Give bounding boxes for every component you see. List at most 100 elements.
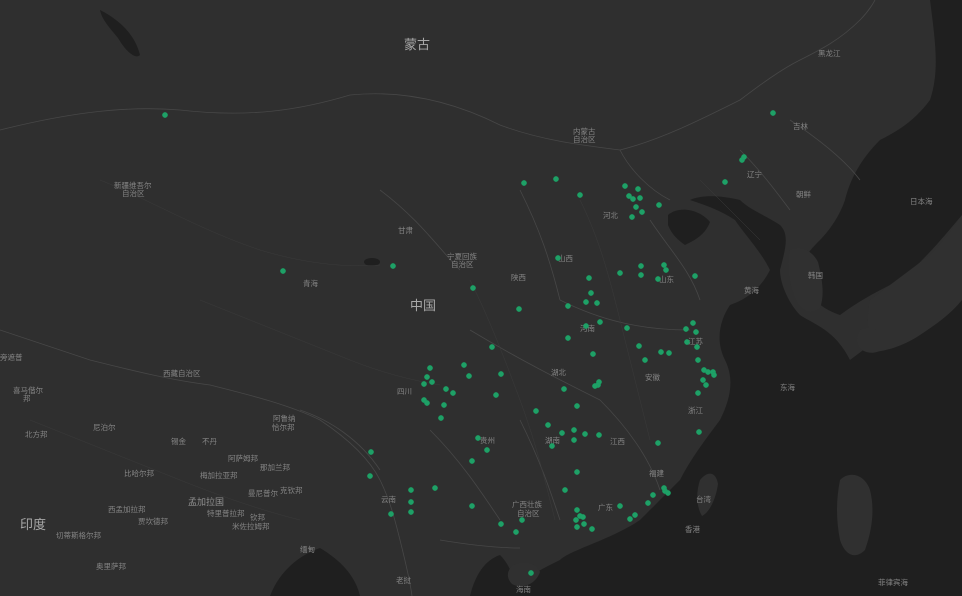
map-point-4[interactable] [553,176,559,182]
map-point-9[interactable] [630,196,636,202]
map-point-22[interactable] [638,263,644,269]
map-point-100[interactable] [498,521,504,527]
map-point-113[interactable] [650,492,656,498]
map-point-29[interactable] [516,306,522,312]
map-point-52[interactable] [427,365,433,371]
map-point-56[interactable] [443,386,449,392]
map-point-14[interactable] [656,202,662,208]
map-point-15[interactable] [722,179,728,185]
map-point-35[interactable] [583,323,589,329]
map-point-48[interactable] [489,344,495,350]
map-point-110[interactable] [627,516,633,522]
map-point-53[interactable] [424,374,430,380]
map-point-31[interactable] [583,299,589,305]
map-point-61[interactable] [438,415,444,421]
map-point-32[interactable] [588,290,594,296]
map-point-6[interactable] [622,183,628,189]
map-point-49[interactable] [461,362,467,368]
map-point-50[interactable] [498,371,504,377]
map-point-18[interactable] [770,110,776,116]
map-point-13[interactable] [629,214,635,220]
map-point-95[interactable] [408,509,414,515]
map-point-94[interactable] [388,511,394,517]
map-point-72[interactable] [571,437,577,443]
map-point-105[interactable] [580,514,586,520]
map-point-111[interactable] [632,512,638,518]
map-point-5[interactable] [577,192,583,198]
map-point-87[interactable] [696,429,702,435]
map-point-60[interactable] [441,402,447,408]
map-point-65[interactable] [592,383,598,389]
map-point-109[interactable] [617,503,623,509]
map-point-75[interactable] [549,443,555,449]
map-point-76[interactable] [475,435,481,441]
map-point-93[interactable] [408,499,414,505]
map-point-108[interactable] [589,526,595,532]
map-point-55[interactable] [421,381,427,387]
map-point-86[interactable] [695,390,701,396]
map-point-62[interactable] [493,392,499,398]
map-point-36[interactable] [624,325,630,331]
map-point-51[interactable] [466,373,472,379]
map-point-11[interactable] [633,204,639,210]
map-point-21[interactable] [617,270,623,276]
map-point-24[interactable] [661,262,667,268]
map-point-85[interactable] [703,382,709,388]
map-point-69[interactable] [545,422,551,428]
map-point-20[interactable] [586,275,592,281]
map-point-39[interactable] [693,329,699,335]
map-point-88[interactable] [655,440,661,446]
map-point-38[interactable] [690,320,696,326]
map-point-78[interactable] [469,458,475,464]
map-point-83[interactable] [711,372,717,378]
map-point-27[interactable] [692,273,698,279]
map-point-34[interactable] [597,319,603,325]
map-point-26[interactable] [655,276,661,282]
map-point-57[interactable] [450,390,456,396]
map-point-46[interactable] [590,351,596,357]
map-point-71[interactable] [571,427,577,433]
map-point-2[interactable] [390,263,396,269]
map-point-40[interactable] [684,339,690,345]
map-point-33[interactable] [594,300,600,306]
map-point-74[interactable] [596,432,602,438]
map-point-19[interactable] [555,255,561,261]
map-point-66[interactable] [561,386,567,392]
map-point-45[interactable] [642,357,648,363]
map-point-44[interactable] [636,343,642,349]
map-point-37[interactable] [683,326,689,332]
map-point-117[interactable] [528,570,534,576]
map-point-1[interactable] [280,268,286,274]
map-point-97[interactable] [367,473,373,479]
map-point-79[interactable] [695,357,701,363]
map-point-98[interactable] [469,503,475,509]
map-point-42[interactable] [658,349,664,355]
map-point-106[interactable] [581,521,587,527]
map-point-77[interactable] [484,447,490,453]
map-point-67[interactable] [574,403,580,409]
map-point-43[interactable] [694,344,700,350]
map-point-92[interactable] [408,487,414,493]
map-point-104[interactable] [573,517,579,523]
map-point-30[interactable] [565,303,571,309]
map-point-54[interactable] [429,379,435,385]
map-point-12[interactable] [639,209,645,215]
map-point-47[interactable] [565,335,571,341]
map-point-81[interactable] [705,369,711,375]
map-point-3[interactable] [521,180,527,186]
map-canvas[interactable]: 蒙古 中国 印度 内蒙古 自治区 新疆维吾尔 自治区 西藏自治区 青海 甘肃 宁… [0,0,962,596]
map-point-112[interactable] [645,500,651,506]
map-point-23[interactable] [638,272,644,278]
map-point-107[interactable] [574,524,580,530]
map-point-25[interactable] [663,267,669,273]
map-point-116[interactable] [661,485,667,491]
map-point-115[interactable] [665,490,671,496]
map-point-89[interactable] [574,469,580,475]
map-point-91[interactable] [432,485,438,491]
map-point-17[interactable] [741,154,747,160]
map-point-28[interactable] [470,285,476,291]
map-point-59[interactable] [424,400,430,406]
map-point-70[interactable] [559,430,565,436]
map-point-102[interactable] [574,507,580,513]
map-point-10[interactable] [637,195,643,201]
